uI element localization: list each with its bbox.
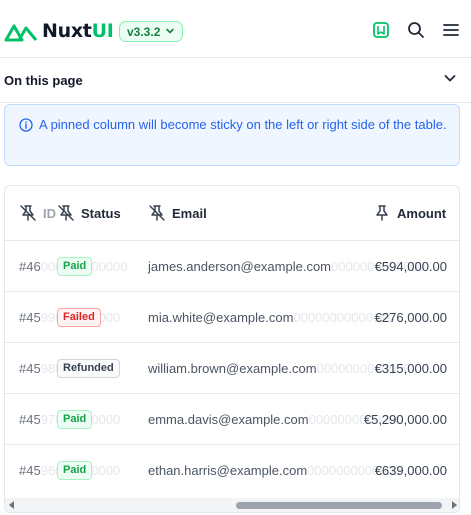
scroll-right-icon[interactable] xyxy=(452,501,457,509)
id-value: #45 xyxy=(19,360,41,376)
amount-value: €315,000.00 xyxy=(374,360,447,376)
email-cell: ethan.harris@example.com 0000000000000 xyxy=(148,445,401,496)
id-value: #46 xyxy=(19,258,41,274)
status-cell: Paid xyxy=(57,394,93,444)
status-cell: Refunded xyxy=(57,343,120,393)
email-value: william.brown@example.com xyxy=(148,360,317,376)
logo-text-accent: UI xyxy=(91,20,114,42)
status-cell: Paid xyxy=(57,445,93,496)
id-value: #45 xyxy=(19,309,41,325)
amount-cell: €276,000.00 xyxy=(375,292,447,342)
email-value: ethan.harris@example.com xyxy=(148,463,308,478)
email-cell: mia.white@example.com 00000000000000 xyxy=(148,292,395,342)
amount-cell: €639,000.00 xyxy=(375,445,447,496)
table-row: #4599000000000 Failed mia.white@example.… xyxy=(5,292,459,343)
amount-cell: €5,290,000.00 xyxy=(364,394,447,444)
status-badge: Paid xyxy=(57,409,93,429)
table-row: #46000000000000 Paid james.anderson@exam… xyxy=(5,241,459,292)
data-table: ID Status Email Amount #46000000000000 P… xyxy=(4,185,460,513)
column-header-id[interactable]: ID xyxy=(19,186,56,240)
column-header-amount-label: Amount xyxy=(397,205,447,221)
version-select[interactable]: v3.3.2 xyxy=(119,21,184,42)
status-cell: Paid xyxy=(57,241,93,291)
chevron-down-icon xyxy=(165,25,175,39)
status-badge: Paid xyxy=(57,461,93,480)
table-header-row: ID Status Email Amount xyxy=(5,186,459,241)
pin-off-icon[interactable] xyxy=(57,204,75,222)
pin-off-icon[interactable] xyxy=(19,204,37,222)
amount-value: €639,000.00 xyxy=(374,463,447,478)
amount-cell: €315,000.00 xyxy=(375,343,447,393)
logo-link[interactable]: NuxtUI xyxy=(4,19,114,43)
book-open-icon[interactable] xyxy=(370,19,392,41)
callout-text: A pinned column will become sticky on th… xyxy=(39,117,447,132)
info-callout: A pinned column will become sticky on th… xyxy=(4,104,460,166)
status-badge: Paid xyxy=(57,256,93,276)
email-cell: william.brown@example.com 0000000000000 xyxy=(148,343,411,393)
status-cell: Failed xyxy=(57,292,101,342)
column-header-email[interactable]: Email xyxy=(148,186,207,240)
menu-icon[interactable] xyxy=(440,19,462,41)
nuxt-logo-icon xyxy=(4,20,38,42)
amount-value: €5,290,000.00 xyxy=(363,411,447,427)
amount-cell: €594,000.00 xyxy=(375,241,447,291)
version-label: v3.3.2 xyxy=(127,24,161,39)
table-row: #4597000000000 Paid emma.davis@example.c… xyxy=(5,394,459,445)
pin-off-icon[interactable] xyxy=(148,204,166,222)
pin-icon[interactable] xyxy=(373,204,391,222)
email-value: mia.white@example.com xyxy=(148,309,294,325)
table-row: #4598000000000 Refunded william.brown@ex… xyxy=(5,343,459,394)
search-icon[interactable] xyxy=(405,19,427,41)
logo-text-main: Nuxt xyxy=(42,20,92,42)
horizontal-scrollbar[interactable] xyxy=(5,498,459,512)
column-header-id-label: ID xyxy=(43,205,56,221)
column-header-amount[interactable]: Amount xyxy=(373,186,446,240)
logo-text: NuxtUI xyxy=(42,20,114,42)
chevron-down-icon xyxy=(443,71,457,90)
status-badge: Refunded xyxy=(57,358,120,378)
header: NuxtUI v3.3.2 xyxy=(0,0,471,58)
column-header-status-label: Status xyxy=(81,205,121,221)
scroll-left-icon[interactable] xyxy=(9,501,14,509)
column-header-email-label: Email xyxy=(172,205,207,221)
on-this-page-label: On this page xyxy=(4,72,83,88)
id-value: #45 xyxy=(19,411,41,427)
info-icon xyxy=(19,118,33,165)
id-value: #45 xyxy=(19,463,41,478)
email-value: emma.davis@example.com xyxy=(148,411,309,427)
column-header-status[interactable]: Status xyxy=(57,186,121,240)
email-value: james.anderson@example.com xyxy=(148,258,332,274)
on-this-page-toggle[interactable]: On this page xyxy=(0,58,471,103)
status-badge: Failed xyxy=(57,307,101,327)
table-row: #4596000000000 Paid ethan.harris@example… xyxy=(5,445,459,496)
amount-value: €276,000.00 xyxy=(374,309,447,325)
scrollbar-thumb[interactable] xyxy=(236,502,442,509)
amount-value: €594,000.00 xyxy=(374,258,447,274)
